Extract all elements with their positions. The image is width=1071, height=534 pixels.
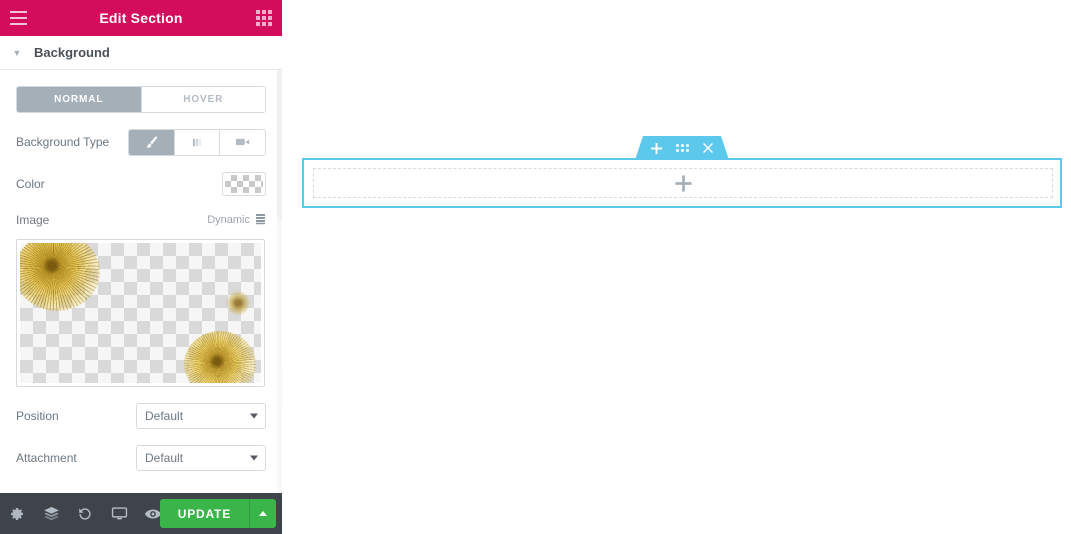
drag-handle-dots-icon[interactable]	[669, 136, 695, 160]
chevron-down-icon	[250, 455, 258, 461]
editor-canvas	[283, 0, 1071, 534]
transparent-checkerboard-swatch	[225, 175, 263, 193]
app-grid-dots	[256, 10, 272, 26]
dynamic-label: Dynamic	[207, 214, 250, 226]
position-select[interactable]: Default	[136, 403, 266, 429]
panel-controls: NORMAL HOVER Background Type Color Image…	[0, 70, 282, 493]
attachment-value: Default	[145, 451, 184, 465]
hamburger-menu-icon[interactable]	[0, 0, 36, 36]
update-button[interactable]: UPDATE	[159, 499, 249, 528]
attachment-select[interactable]: Default	[136, 445, 266, 471]
grid-dot	[268, 16, 272, 20]
database-stack-icon	[255, 213, 266, 227]
history-revisions-icon[interactable]	[68, 493, 102, 534]
gradient-bars-icon[interactable]	[173, 129, 220, 155]
navigator-layers-icon[interactable]	[34, 493, 68, 534]
row-image: Image Dynamic	[0, 205, 282, 235]
bloom-mid-right	[227, 291, 249, 315]
tab-hover[interactable]: HOVER	[140, 87, 265, 112]
grid-dot	[262, 22, 266, 26]
selected-section[interactable]	[302, 158, 1062, 208]
row-color: Color	[0, 163, 282, 205]
drag-dot	[681, 149, 684, 152]
panel-scrollbar[interactable]	[277, 70, 282, 493]
hamburger-line	[9, 23, 27, 25]
drag-dot	[676, 144, 679, 147]
settings-gear-icon[interactable]	[0, 493, 34, 534]
row-position: Position Default	[0, 395, 282, 437]
row-attachment: Attachment Default	[0, 437, 282, 479]
state-tabs: NORMAL HOVER	[16, 86, 266, 113]
position-value: Default	[145, 409, 184, 423]
color-label: Color	[16, 177, 45, 191]
grid-dot	[256, 16, 260, 20]
bloom-top-left	[20, 243, 100, 311]
hamburger-line	[9, 17, 27, 19]
transparent-image-with-yellow-dandelion-blooms	[20, 243, 261, 383]
drag-dots	[676, 144, 689, 152]
responsive-mode-icon[interactable]	[102, 493, 136, 534]
position-label: Position	[16, 409, 59, 423]
grid-dot	[262, 10, 266, 14]
chevron-down-icon: ▼	[12, 47, 22, 58]
tab-normal[interactable]: NORMAL	[17, 87, 141, 112]
chevron-up-icon	[259, 511, 267, 516]
plus-icon[interactable]	[643, 136, 669, 160]
background-type-choices	[128, 128, 266, 156]
hamburger-line	[9, 11, 27, 13]
section-column[interactable]	[313, 168, 1053, 198]
grid-dot	[268, 22, 272, 26]
background-image-preview[interactable]	[16, 239, 265, 387]
drag-dot	[686, 144, 689, 147]
panel-header: Edit Section	[0, 0, 282, 36]
elementor-editor: Edit Section ▼ Background NORMAL HOVER B…	[0, 0, 1071, 534]
drag-dot	[681, 144, 684, 147]
color-swatch-button[interactable]	[222, 172, 266, 196]
grid-dot	[256, 22, 260, 26]
accordion-background[interactable]: ▼ Background	[0, 36, 282, 70]
plus-icon[interactable]	[674, 174, 693, 193]
background-type-label: Background Type	[16, 135, 110, 149]
image-label: Image	[16, 213, 50, 227]
bloom-bottom-right	[184, 331, 256, 383]
grid-dot	[268, 10, 272, 14]
panel-scrollbar-thumb[interactable]	[277, 70, 282, 220]
update-options-button[interactable]	[249, 499, 276, 528]
drag-dot	[676, 149, 679, 152]
update-button-group: UPDATE	[159, 499, 276, 528]
grid-dot	[256, 10, 260, 14]
state-tabs-wrapper: NORMAL HOVER	[0, 70, 282, 121]
drag-dot	[686, 149, 689, 152]
attachment-label: Attachment	[16, 451, 77, 465]
grid-dot	[262, 16, 266, 20]
panel-footer-toolbar: UPDATE	[0, 493, 282, 534]
app-grid-icon[interactable]	[246, 0, 282, 36]
video-camera-icon[interactable]	[219, 129, 265, 155]
chevron-down-icon	[250, 413, 258, 419]
accordion-background-label: Background	[34, 45, 110, 60]
panel-title: Edit Section	[99, 10, 183, 26]
close-x-icon[interactable]	[695, 136, 721, 160]
paint-brush-icon[interactable]	[129, 129, 174, 155]
row-background-type: Background Type	[0, 121, 282, 163]
dynamic-tags-button[interactable]: Dynamic	[207, 213, 266, 227]
editor-panel: Edit Section ▼ Background NORMAL HOVER B…	[0, 0, 282, 534]
section-handle-toolbar	[635, 136, 729, 160]
